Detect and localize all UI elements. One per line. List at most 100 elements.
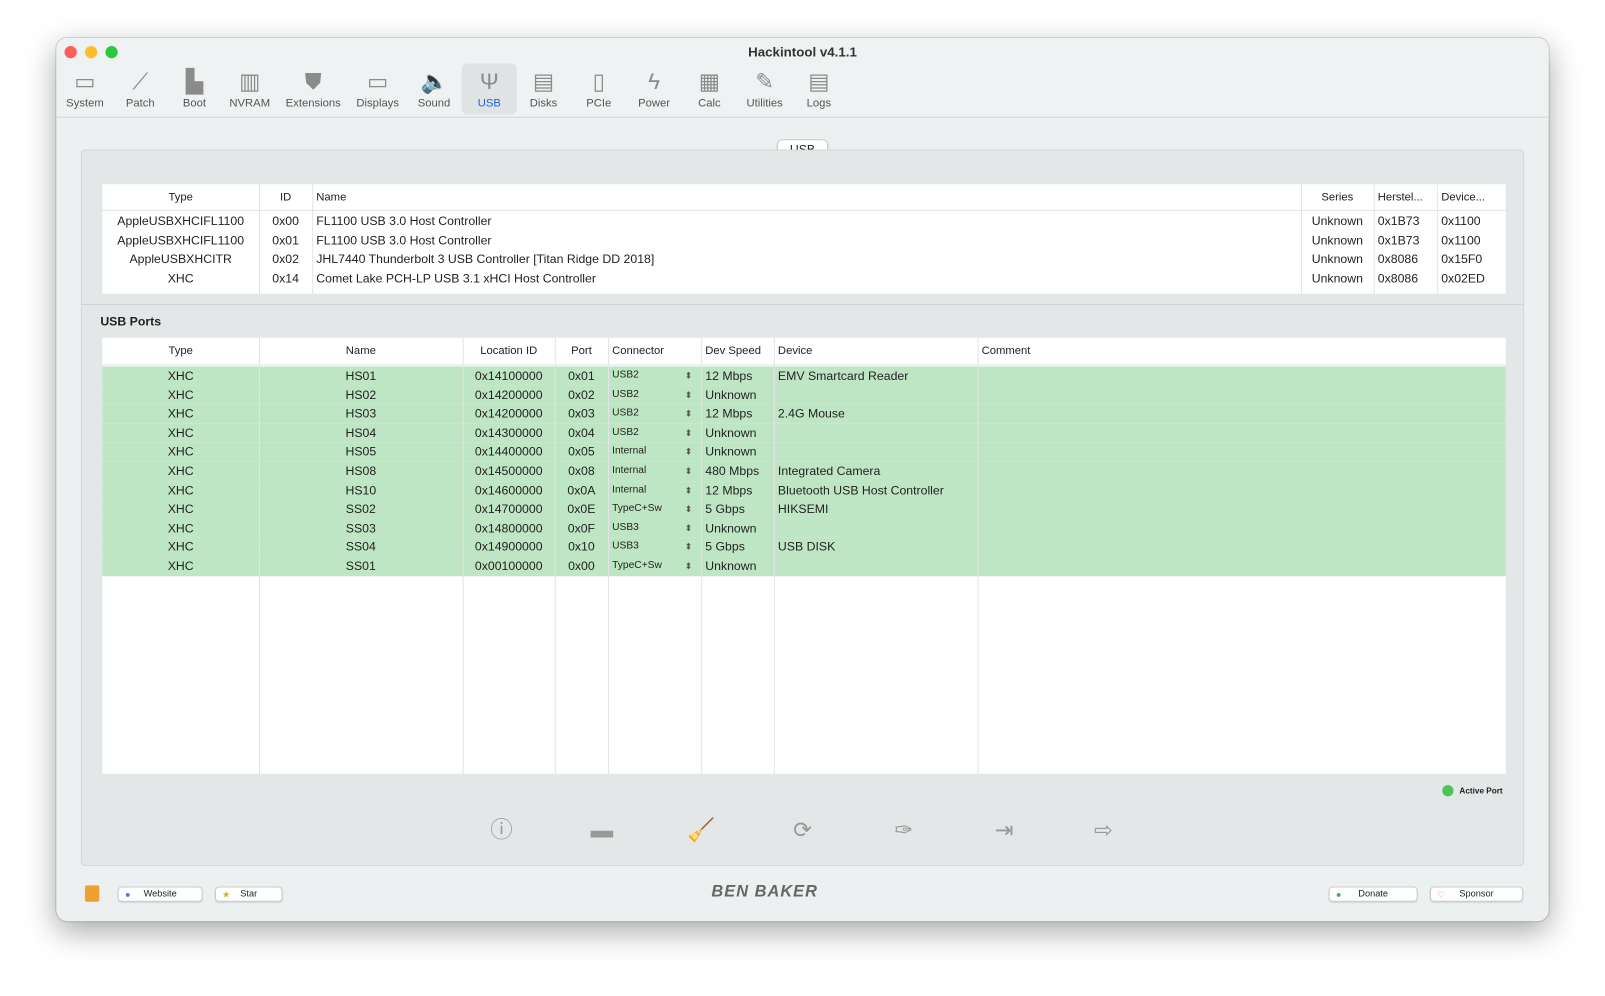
popup-chevron-icon[interactable]: ⬍ xyxy=(685,500,693,519)
inject-icon[interactable]: ✑ xyxy=(890,816,919,845)
popup-chevron-icon[interactable]: ⬍ xyxy=(685,443,693,462)
cell-name: HS01 xyxy=(345,368,377,383)
cell-name: SS01 xyxy=(345,558,376,574)
popup-chevron-icon[interactable]: ⬍ xyxy=(685,557,693,576)
tool-label: Extensions xyxy=(285,97,341,110)
tool-power[interactable]: ϟ Power xyxy=(626,63,681,114)
remove-icon[interactable]: ▬ xyxy=(588,816,617,845)
column-header[interactable]: ID xyxy=(259,184,312,211)
column-header[interactable]: Type xyxy=(102,338,259,366)
column-header[interactable]: Device xyxy=(774,338,978,366)
popup-chevron-icon[interactable]: ⬍ xyxy=(685,405,693,424)
table-row[interactable]: XHC HS03 0x14200000 0x03 USB2 ⬍ 12 Mbps 2.4G Mo… xyxy=(102,404,1506,424)
cell-device: 2.4G Mouse xyxy=(777,406,845,421)
tool-extensions[interactable]: ⛊ Extensions xyxy=(286,63,341,114)
cell-id: 0x01 xyxy=(272,232,299,248)
cell-device-: 0x1100 xyxy=(1441,213,1481,229)
tool-label: NVRAM xyxy=(229,97,271,110)
column-divider xyxy=(1300,184,1303,294)
cell-series: Unknown xyxy=(1311,270,1363,286)
table-row[interactable]: XHC HS05 0x14400000 0x05 Internal ⬍ Unknown xyxy=(102,442,1506,462)
table-row[interactable]: XHC HS02 0x14200000 0x02 USB2 ⬍ Unknown xyxy=(102,385,1506,405)
cell-series: Unknown xyxy=(1311,251,1363,267)
table-row[interactable]: XHC HS01 0x14100000 0x01 USB2 ⬍ 12 Mbps EMV Sma… xyxy=(102,366,1506,386)
cell-type: XHC xyxy=(167,368,194,383)
table-row[interactable]: XHC HS04 0x14300000 0x04 USB2 ⬍ Unknown xyxy=(102,423,1506,443)
active-port-label: Active Port xyxy=(1459,786,1503,796)
tool-sound[interactable]: 🔈 Sound xyxy=(406,63,461,114)
tool-system[interactable]: ▭ System xyxy=(57,63,112,114)
refresh-icon[interactable]: ⟳ xyxy=(788,816,817,845)
table-row[interactable]: XHC SS02 0x14700000 0x0E TypeC+Sw ⬍ 5 Gbps HIKS… xyxy=(102,499,1506,519)
table-row[interactable]: XHC SS04 0x14900000 0x10 USB3 ⬍ 5 Gbps USB DISK xyxy=(102,537,1506,557)
cell-type: AppleUSBXHCITR xyxy=(129,251,232,267)
website-button[interactable]: ● Website xyxy=(117,886,203,902)
cell-dev-speed: 12 Mbps xyxy=(705,406,753,421)
tool-label: Displays xyxy=(356,97,399,110)
popup-chevron-icon[interactable]: ⬍ xyxy=(685,366,693,385)
lock-icon[interactable] xyxy=(84,885,100,902)
calculator-icon: ▦ xyxy=(698,68,720,95)
column-header[interactable]: Name xyxy=(259,338,463,366)
column-header[interactable]: Series xyxy=(1301,184,1374,211)
cell-location-id: 0x14300000 xyxy=(474,425,543,440)
column-header[interactable]: Connector xyxy=(608,338,701,366)
cell-location-id: 0x14500000 xyxy=(474,463,543,479)
tool-patch[interactable]: ⟋ Patch xyxy=(113,63,168,114)
sponsor-label: Sponsor xyxy=(1459,888,1494,899)
column-header[interactable]: Dev Speed xyxy=(701,338,774,366)
donate-button[interactable]: ● Donate xyxy=(1328,886,1418,902)
column-header[interactable]: Name xyxy=(312,184,1301,211)
active-port-dot xyxy=(1442,785,1454,797)
tool-disks[interactable]: ▤ Disks xyxy=(516,63,571,114)
tool-calc[interactable]: ▦ Calc xyxy=(682,63,737,114)
popup-chevron-icon[interactable]: ⬍ xyxy=(685,519,693,538)
ben-baker-logo: BEN BAKER xyxy=(711,883,818,901)
tool-label: Boot xyxy=(182,97,207,110)
table-row[interactable]: XHC HS08 0x14500000 0x08 Internal ⬍ 480 Mbps In… xyxy=(102,461,1506,481)
column-header[interactable]: Location ID xyxy=(463,338,555,366)
cell-location-id: 0x14700000 xyxy=(474,501,543,517)
tool-pcie[interactable]: ▯ PCIe xyxy=(571,63,626,114)
column-header[interactable]: Port xyxy=(555,338,608,366)
tool-boot[interactable]: ▙ Boot xyxy=(167,63,222,114)
import-icon[interactable]: ⇥ xyxy=(990,816,1019,845)
star-button[interactable]: ★ Star xyxy=(214,886,283,902)
usb-ports-table: Type Name Location ID Port Connector Dev Spee… xyxy=(102,337,1506,774)
popup-chevron-icon[interactable]: ⬍ xyxy=(685,462,693,481)
window-title: Hackintool v4.1.1 xyxy=(748,44,857,60)
usb-ports-heading: USB Ports xyxy=(100,314,162,329)
cell-name: HS04 xyxy=(345,425,377,440)
popup-chevron-icon[interactable]: ⬍ xyxy=(685,538,693,557)
cell-dev-speed: Unknown xyxy=(705,425,757,440)
broom-icon[interactable]: 🧹 xyxy=(687,816,716,845)
info-icon[interactable]: ⓘ xyxy=(487,816,516,845)
column-header[interactable]: Device... xyxy=(1437,184,1506,211)
usb-icon: Ψ xyxy=(479,68,499,95)
tool-utilities[interactable]: ✎ Utilities xyxy=(737,63,792,114)
column-header[interactable]: Comment xyxy=(978,338,1485,366)
tool-displays[interactable]: ▭ Displays xyxy=(350,63,405,114)
tool-logs[interactable]: ▤ Logs xyxy=(791,63,846,114)
column-divider xyxy=(462,337,464,774)
table-row[interactable]: XHC HS10 0x14600000 0x0A Internal ⬍ 12 Mbps Blu… xyxy=(102,480,1506,500)
popup-chevron-icon[interactable]: ⬍ xyxy=(685,385,693,404)
table-row[interactable]: XHC SS03 0x14800000 0x0F USB3 ⬍ Unknown xyxy=(102,518,1506,538)
table-row[interactable]: XHC SS01 0x00100000 0x00 TypeC+Sw ⬍ Unknown xyxy=(102,556,1506,576)
cell-name: FL1100 USB 3.0 Host Controller xyxy=(316,232,492,248)
cell-type: XHC xyxy=(167,539,194,555)
tool-usb[interactable]: Ψ USB xyxy=(461,63,517,115)
popup-chevron-icon[interactable]: ⬍ xyxy=(685,481,693,500)
column-header[interactable]: Herstel... xyxy=(1374,184,1437,211)
cell-herstel-: 0x8086 xyxy=(1377,251,1419,267)
cell-port: 0x01 xyxy=(568,368,595,383)
popup-chevron-icon[interactable]: ⬍ xyxy=(685,424,693,443)
column-header[interactable]: Type xyxy=(102,184,259,211)
cell-port: 0x02 xyxy=(568,387,595,402)
export-icon[interactable]: ⇨ xyxy=(1089,816,1118,845)
sponsor-button[interactable]: ♡ Sponsor xyxy=(1429,886,1524,902)
cell-device-: 0x02ED xyxy=(1441,270,1485,286)
cell-type: XHC xyxy=(167,444,194,459)
tool-nvram[interactable]: ▥ NVRAM xyxy=(222,63,277,114)
table-header: Type Name Location ID Port Connector Dev Spee… xyxy=(102,338,1506,366)
